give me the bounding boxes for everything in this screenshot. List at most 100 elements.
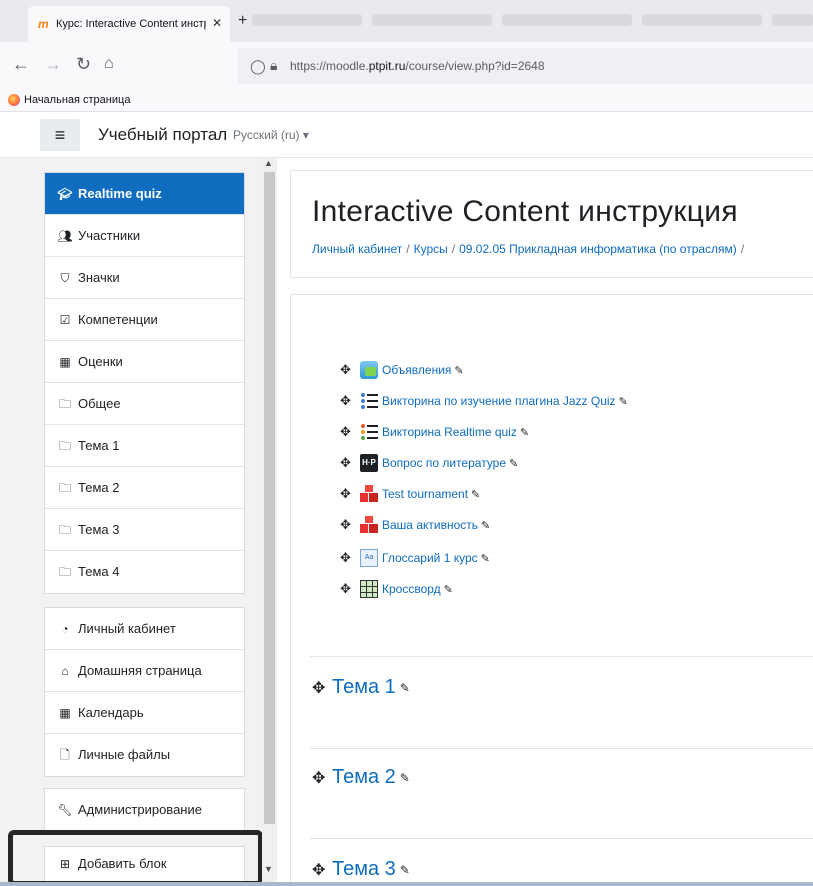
nav-item-administration[interactable]: 🔧︎ Администрирование (45, 789, 244, 831)
lock-icon[interactable]: 🔒︎ (270, 57, 277, 74)
scroll-down-icon[interactable]: ▼ (264, 864, 273, 874)
activity-link[interactable]: Викторина по изучение плагина Jazz Quiz (382, 394, 616, 408)
crossword-icon (360, 580, 378, 598)
move-icon[interactable]: ✥ (312, 678, 332, 698)
pencil-icon[interactable]: ✎ (509, 457, 521, 470)
pencil-icon[interactable]: ✎ (481, 519, 493, 532)
nav-item-competencies[interactable]: ☑ Компетенции (45, 299, 244, 341)
tracking-shield-icon[interactable]: ◯ (250, 58, 266, 75)
nav-label: Домашняя страница (78, 663, 202, 678)
nav-item-home[interactable]: ⌂ Домашняя страница (45, 650, 244, 692)
active-tab[interactable]: m Курс: Interactive Content инстр ✕ (28, 6, 230, 42)
section-title-link[interactable]: Тема 3 (332, 858, 396, 880)
nav-item-dashboard[interactable]: ◔ Личный кабинет (45, 608, 244, 650)
tab-close-icon[interactable]: ✕ (212, 16, 222, 30)
nav-item-general[interactable]: 🗀 Общее (45, 383, 244, 425)
pencil-icon[interactable]: ✎ (481, 552, 493, 565)
nav-item-topic-2[interactable]: 🗀 Тема 2 (45, 467, 244, 509)
breadcrumb-item[interactable]: Курсы (414, 242, 448, 256)
pencil-icon[interactable]: ✎ (520, 426, 532, 439)
hamburger-icon: ≡ (54, 125, 66, 145)
move-icon[interactable]: ✥ (312, 768, 332, 788)
move-icon[interactable]: ✥ (340, 550, 356, 566)
nav-item-calendar[interactable]: ▦ Календарь (45, 692, 244, 734)
background-tab[interactable] (772, 14, 813, 26)
nav-item-topic-1[interactable]: 🗀 Тема 1 (45, 425, 244, 467)
menu-toggle-button[interactable]: ≡ (40, 119, 80, 151)
firefox-icon (8, 94, 20, 106)
reload-icon[interactable]: ↻ (76, 54, 91, 75)
section-divider (310, 838, 813, 839)
section-divider (310, 656, 813, 657)
section-divider (310, 748, 813, 749)
nav-item-grades[interactable]: ▦ Оценки (45, 341, 244, 383)
site-nav-group: ◔ Личный кабинет ⌂ Домашняя страница ▦ Кале… (44, 607, 245, 777)
folder-icon: 🗀 (58, 523, 71, 537)
move-icon[interactable]: ✥ (340, 424, 356, 440)
blocks-icon (360, 516, 378, 534)
move-icon[interactable]: ✥ (312, 860, 332, 880)
jazz-quiz-icon (360, 392, 378, 410)
section-title-link[interactable]: Тема 1 (332, 676, 396, 698)
move-icon[interactable]: ✥ (340, 581, 356, 597)
glossary-icon: Aa (360, 549, 378, 567)
move-icon[interactable]: ✥ (340, 486, 356, 502)
move-icon[interactable]: ✥ (340, 455, 356, 471)
language-menu[interactable]: Русский (ru) ▾ (233, 128, 309, 142)
activity-link[interactable]: Викторина Realtime quiz (382, 425, 517, 439)
new-tab-button[interactable]: + (238, 12, 247, 30)
nav-label: Администрирование (78, 802, 202, 817)
users-icon: 👥︎ (57, 229, 73, 243)
activity-item: ✥ Test tournament ✎ (340, 485, 483, 507)
nav-label: Личные файлы (78, 747, 171, 762)
section-title-link[interactable]: Тема 2 (332, 766, 396, 788)
pencil-icon[interactable]: ✎ (400, 863, 410, 877)
url-text[interactable]: https://moodle.ptpit.ru/course/view.php?… (290, 59, 545, 73)
nav-item-private-files[interactable]: 🗋 Личные файлы (45, 734, 244, 776)
background-tab[interactable] (502, 14, 632, 26)
activity-link[interactable]: Test tournament (382, 487, 468, 501)
tachometer-icon: ◔ (61, 622, 69, 636)
scrollbar-thumb[interactable] (264, 172, 275, 824)
url-bar[interactable]: ◯ 🔒︎ https://moodle.ptpit.ru/course/view… (238, 48, 813, 84)
background-tab[interactable] (252, 14, 362, 26)
breadcrumb-separator: / (451, 242, 456, 256)
nav-item-badges[interactable]: ⛉ Значки (45, 257, 244, 299)
folder-icon: 🗀 (58, 397, 71, 411)
pencil-icon[interactable]: ✎ (619, 395, 631, 408)
home-icon[interactable]: ⌂ (104, 55, 114, 73)
forward-arrow-icon[interactable]: → (44, 54, 62, 75)
background-tab[interactable] (642, 14, 762, 26)
move-icon[interactable]: ✥ (340, 393, 356, 409)
move-icon[interactable]: ✥ (340, 517, 356, 533)
breadcrumb-separator: / (740, 242, 745, 256)
activity-link[interactable]: Вопрос по литературе (382, 456, 506, 470)
nav-item-realtime-quiz[interactable]: 🎓︎ Realtime quiz (45, 173, 244, 215)
table-icon: ▦ (59, 355, 71, 369)
breadcrumb-item[interactable]: Личный кабинет (312, 242, 402, 256)
site-name[interactable]: Учебный портал (98, 125, 227, 145)
pencil-icon[interactable]: ✎ (471, 488, 483, 501)
activity-link[interactable]: Кроссворд (382, 582, 441, 596)
nav-label: Значки (78, 270, 120, 285)
pencil-icon[interactable]: ✎ (400, 771, 410, 785)
pencil-icon[interactable]: ✎ (444, 583, 456, 596)
breadcrumb-item[interactable]: 09.02.05 Прикладная информатика (по отра… (459, 242, 737, 256)
activity-link[interactable]: Объявления (382, 363, 451, 377)
pencil-icon[interactable]: ✎ (400, 681, 410, 695)
nav-item-topic-3[interactable]: 🗀 Тема 3 (45, 509, 244, 551)
back-arrow-icon[interactable]: ← (12, 54, 30, 75)
nav-label: Компетенции (78, 312, 158, 327)
nav-label: Календарь (78, 705, 144, 720)
scroll-up-icon[interactable]: ▲ (264, 158, 273, 168)
bookmark-home[interactable]: Начальная страница (24, 94, 130, 106)
activity-link[interactable]: Ваша активность (382, 518, 478, 532)
nav-item-participants[interactable]: 👥︎ Участники (45, 215, 244, 257)
activity-link[interactable]: Глоссарий 1 курс (382, 551, 478, 565)
nav-item-topic-4[interactable]: 🗀 Тема 4 (45, 551, 244, 593)
pencil-icon[interactable]: ✎ (454, 364, 466, 377)
background-tab[interactable] (372, 14, 492, 26)
activity-item: ✥ Викторина Realtime quiz ✎ (340, 423, 532, 445)
nav-label: Общее (78, 396, 121, 411)
move-icon[interactable]: ✥ (340, 362, 356, 378)
